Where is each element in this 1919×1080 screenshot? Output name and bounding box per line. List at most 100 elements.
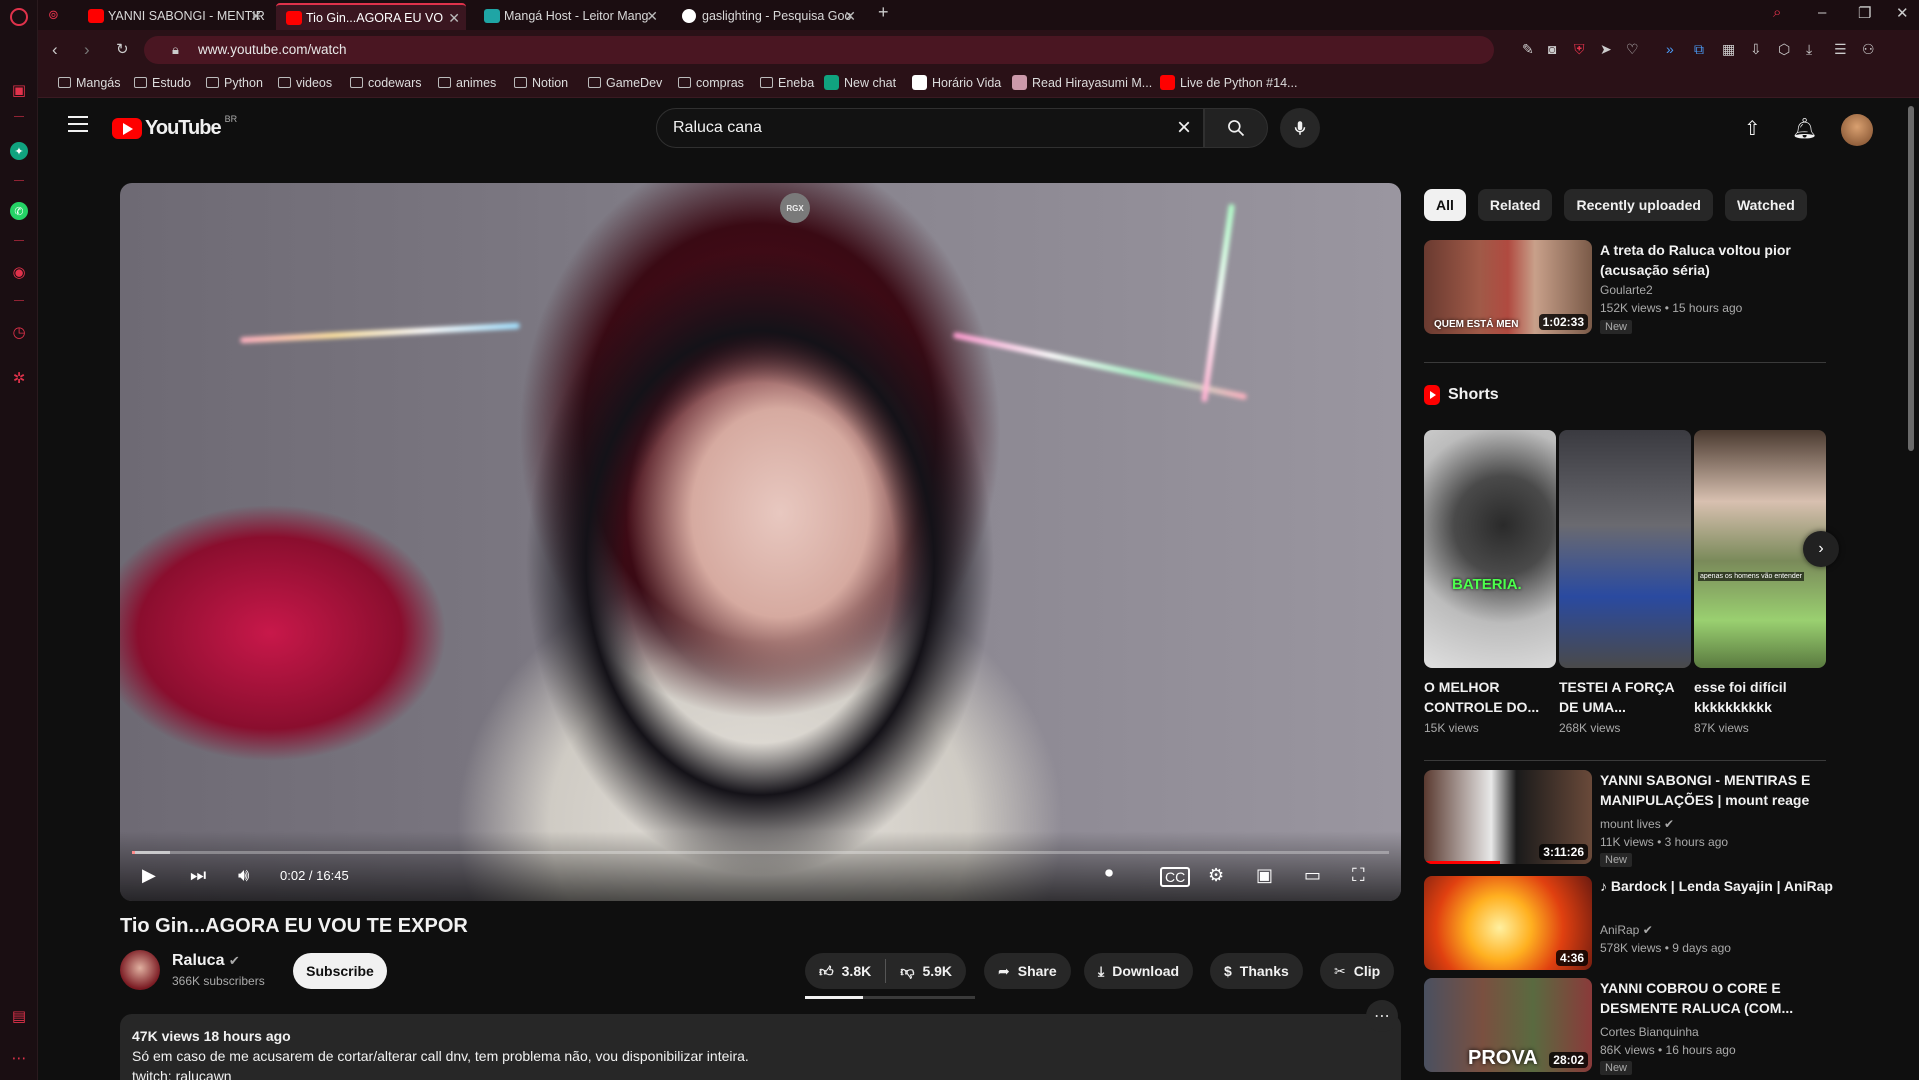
channel-name[interactable]: AniRap ✔ xyxy=(1600,923,1653,937)
search-button[interactable] xyxy=(1204,108,1268,148)
next-video-icon[interactable]: ⏭︎ xyxy=(190,865,206,886)
channel-name[interactable]: mount lives ✔ xyxy=(1600,817,1674,831)
recommended-video[interactable]: 3:11:26 YANNI SABONGI - MENTIRAS E MANIP… xyxy=(1424,770,1904,867)
chatgpt-icon[interactable]: ✦ xyxy=(10,142,28,160)
bookmark-folder[interactable]: Mangás xyxy=(54,76,120,90)
tab-tio-gin[interactable]: Tio Gin...AGORA EU VO ✕ xyxy=(276,3,466,30)
aria-icon[interactable]: ▣ xyxy=(9,80,29,100)
autoplay-toggle-icon[interactable]: ⏺ xyxy=(1105,865,1113,883)
bookmark-folder[interactable]: Notion xyxy=(510,76,568,90)
tab-yanni[interactable]: YANNI SABONGI - MENTIR ✕ xyxy=(78,3,268,30)
play-icon[interactable]: ▶ xyxy=(142,865,156,886)
downloads-icon[interactable]: ⤓ xyxy=(1806,41,1812,58)
video-thumbnail[interactable]: PROVA 28:02 xyxy=(1424,978,1592,1072)
puzzle-icon[interactable]: ▦ xyxy=(1722,41,1735,58)
tab-manga-host[interactable]: Mangá Host - Leitor Mang ✕ xyxy=(474,3,664,30)
upload-icon[interactable]: ⇧ xyxy=(1744,116,1761,141)
bookmark-folder[interactable]: Estudo xyxy=(130,76,191,90)
video-player[interactable]: RGX ▶ ⏭︎ 🔊︎ 0:02 / 16:45 ⏺ CC ⚙ ▣ ▭ ⛶ xyxy=(120,183,1401,901)
chip-all[interactable]: All xyxy=(1424,189,1466,221)
chip-recently-uploaded[interactable]: Recently uploaded xyxy=(1564,189,1713,221)
chip-watched[interactable]: Watched xyxy=(1724,189,1807,221)
bookmark-folder[interactable]: videos xyxy=(274,76,332,90)
download-button[interactable]: ⤓ Download xyxy=(1084,953,1194,989)
heart-icon[interactable]: ♡ xyxy=(1626,41,1639,58)
video-thumbnail[interactable]: QUEM ESTÁ MEN 1:02:33 xyxy=(1424,240,1592,334)
url-field[interactable]: 🔒︎ www.youtube.com/watch xyxy=(144,36,1494,64)
bookmark-folder[interactable]: animes xyxy=(434,76,496,90)
bookmark-folder[interactable]: codewars xyxy=(346,76,422,90)
recommended-video[interactable]: QUEM ESTÁ MEN 1:02:33 A treta do Raluca … xyxy=(1424,240,1904,334)
profile-icon[interactable]: ⚇ xyxy=(1862,41,1875,58)
dislike-button[interactable]: 👎︎ 5.9K xyxy=(886,963,966,980)
history-icon[interactable]: ◷ xyxy=(9,322,29,342)
video-title[interactable]: A treta do Raluca voltou pior (acusação … xyxy=(1600,240,1845,280)
channel-name[interactable]: Goularte2 xyxy=(1600,283,1653,297)
download-ext-icon[interactable]: ⇩ xyxy=(1750,41,1762,58)
thanks-button[interactable]: $ Thanks xyxy=(1210,953,1303,989)
reload-icon[interactable]: ↻ xyxy=(116,40,129,58)
video-title[interactable]: ♪ Bardock | Lenda Sayajin | AniRap xyxy=(1600,876,1845,896)
youtube-logo[interactable]: YouTube BR xyxy=(112,114,237,140)
settings-gear-icon[interactable]: ⚙ xyxy=(1208,865,1224,886)
extension-icon[interactable]: » xyxy=(1666,41,1674,57)
progress-bar[interactable] xyxy=(132,851,1389,854)
workspace-icon[interactable]: ⊚ xyxy=(48,7,59,23)
description-box[interactable]: 47K views 18 hours ago Só em caso de me … xyxy=(120,1014,1401,1080)
close-tab-icon[interactable]: ✕ xyxy=(448,5,460,30)
subscribe-button[interactable]: Subscribe xyxy=(293,953,387,989)
back-icon[interactable]: ‹ xyxy=(52,40,58,60)
new-tab-icon[interactable]: + xyxy=(878,2,889,23)
bookmark-folder[interactable]: Eneba xyxy=(756,76,814,90)
channel-name[interactable]: Cortes Bianquinha xyxy=(1600,1025,1699,1039)
close-tab-icon[interactable]: ✕ xyxy=(250,3,262,30)
miniplayer-icon[interactable]: ▣ xyxy=(1256,865,1273,886)
settings-icon[interactable]: ✲ xyxy=(9,368,29,388)
recommended-video[interactable]: PROVA 28:02 YANNI COBROU O CORE E DESMEN… xyxy=(1424,978,1904,1075)
short-title[interactable]: TESTEI A FORÇA DE UMA... xyxy=(1559,677,1691,717)
minimize-icon[interactable]: – xyxy=(1818,4,1826,21)
shorts-next-icon[interactable]: › xyxy=(1803,531,1839,567)
opera-logo-icon[interactable] xyxy=(10,8,28,26)
short-thumbnail[interactable]: BATERIA. xyxy=(1424,430,1556,668)
short-title[interactable]: O MELHOR CONTROLE DO... xyxy=(1424,677,1556,717)
shield-icon[interactable]: ⛨ xyxy=(1574,41,1585,58)
subtitles-icon[interactable]: CC xyxy=(1160,867,1191,887)
search-input[interactable]: Raluca cana × xyxy=(656,108,1204,148)
bookmark-folder[interactable]: Python xyxy=(202,76,263,90)
player-icon[interactable]: ◉ xyxy=(9,262,29,282)
bookmark-link[interactable]: Live de Python #14... xyxy=(1158,75,1297,90)
image-icon[interactable]: ▤ xyxy=(9,1006,29,1026)
short-title[interactable]: esse foi difícil kkkkkkkkkk xyxy=(1694,677,1826,717)
channel-avatar[interactable] xyxy=(120,950,160,990)
share-button[interactable]: ➦ Share xyxy=(984,953,1071,989)
send-icon[interactable]: ➤ xyxy=(1600,41,1612,58)
close-window-icon[interactable]: ✕ xyxy=(1896,4,1909,22)
close-tab-icon[interactable]: ✕ xyxy=(844,3,856,30)
restore-icon[interactable]: ❐ xyxy=(1858,4,1871,22)
bookmark-link[interactable]: Horário Vida xyxy=(910,75,1001,90)
video-thumbnail[interactable]: 4:36 xyxy=(1424,876,1592,970)
chip-related[interactable]: Related xyxy=(1477,189,1553,221)
account-avatar[interactable] xyxy=(1841,114,1873,146)
close-tab-icon[interactable]: ✕ xyxy=(646,3,658,30)
more-icon[interactable]: ⋯ xyxy=(9,1048,29,1068)
theater-mode-icon[interactable]: ▭ xyxy=(1304,865,1321,886)
whatsapp-icon[interactable]: ✆ xyxy=(10,202,28,220)
edit-icon[interactable]: ✎ xyxy=(1522,41,1534,58)
camera-icon[interactable]: ◙ xyxy=(1548,41,1556,57)
forward-icon[interactable]: › xyxy=(84,40,90,60)
page-scrollbar[interactable] xyxy=(1908,106,1914,451)
translate-icon[interactable]: ⧉ xyxy=(1694,41,1704,58)
recommended-video[interactable]: 4:36 ♪ Bardock | Lenda Sayajin | AniRap … xyxy=(1424,876,1904,970)
cube-icon[interactable]: ⬡ xyxy=(1778,41,1790,58)
short-thumbnail[interactable] xyxy=(1559,430,1691,668)
bookmark-folder[interactable]: GameDev xyxy=(584,76,662,90)
notifications-bell-icon[interactable]: 🔔︎ xyxy=(1792,116,1817,141)
clip-button[interactable]: ✂ Clip xyxy=(1320,953,1395,989)
more-actions-icon[interactable]: ⋯ xyxy=(1366,1000,1398,1032)
tab-search-icon[interactable]: ⌕ xyxy=(1773,4,1781,21)
video-thumbnail[interactable]: 3:11:26 xyxy=(1424,770,1592,864)
easy-setup-icon[interactable]: ☰ xyxy=(1834,41,1847,58)
voice-search-button[interactable] xyxy=(1280,108,1320,148)
